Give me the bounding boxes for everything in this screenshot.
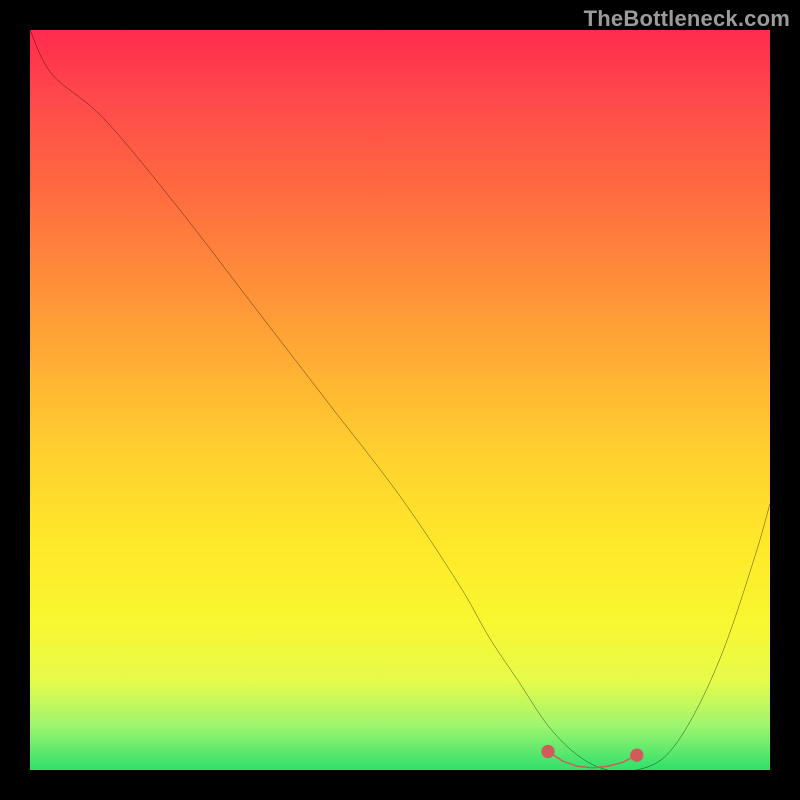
optimal-range-marker xyxy=(548,752,637,768)
chart-svg xyxy=(30,30,770,770)
marker-endcap xyxy=(541,745,554,758)
watermark-text: TheBottleneck.com xyxy=(584,6,790,32)
marker-endcap xyxy=(630,749,643,762)
chart-frame: TheBottleneck.com xyxy=(0,0,800,800)
plot-area xyxy=(30,30,770,770)
bottleneck-curve xyxy=(30,30,770,772)
